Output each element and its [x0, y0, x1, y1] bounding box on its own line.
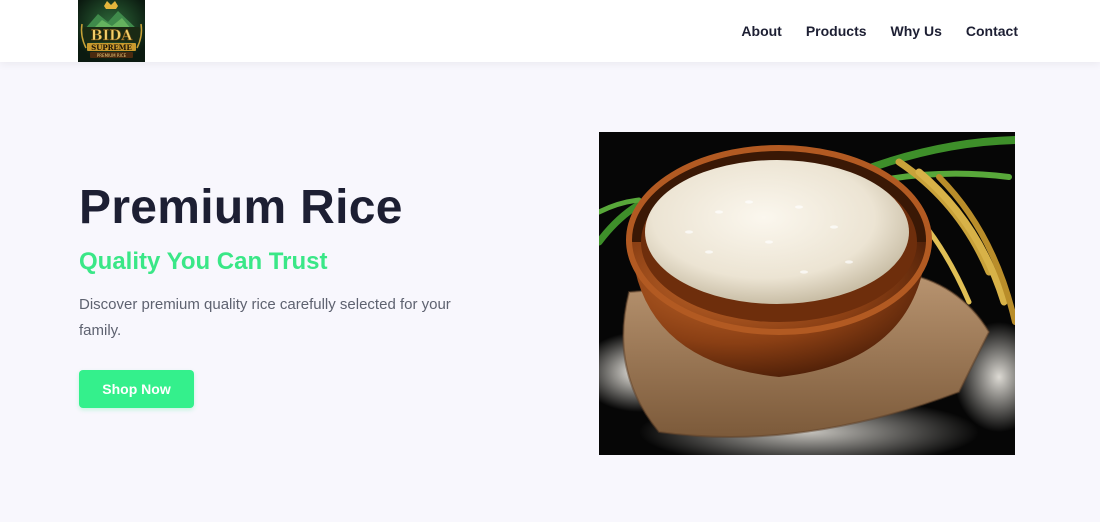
site-header: BIDA SUPREME PREMIUM RICE About Products…: [0, 0, 1100, 62]
brand-logo[interactable]: BIDA SUPREME PREMIUM RICE: [78, 0, 145, 62]
svg-text:SUPREME: SUPREME: [91, 43, 132, 52]
hero-description: Discover premium quality rice carefully …: [79, 296, 451, 339]
svg-text:BIDA: BIDA: [91, 28, 134, 44]
hero-section: Premium Rice Quality You Can Trust Disco…: [79, 178, 479, 408]
rice-bowl-image: [599, 132, 1015, 455]
shop-now-button[interactable]: Shop Now: [79, 370, 194, 408]
logo-emblem: BIDA SUPREME PREMIUM RICE: [78, 0, 145, 62]
nav-contact[interactable]: Contact: [966, 23, 1018, 39]
nav-why-us[interactable]: Why Us: [891, 23, 942, 39]
main-nav: About Products Why Us Contact: [741, 0, 1018, 62]
nav-products[interactable]: Products: [806, 23, 867, 39]
nav-about[interactable]: About: [741, 23, 781, 39]
rice-bowl-illustration: [599, 132, 1015, 455]
hero-subtitle: Quality You Can Trust: [79, 248, 328, 275]
hero-title: Premium Rice: [79, 181, 403, 234]
svg-text:PREMIUM RICE: PREMIUM RICE: [97, 53, 127, 58]
